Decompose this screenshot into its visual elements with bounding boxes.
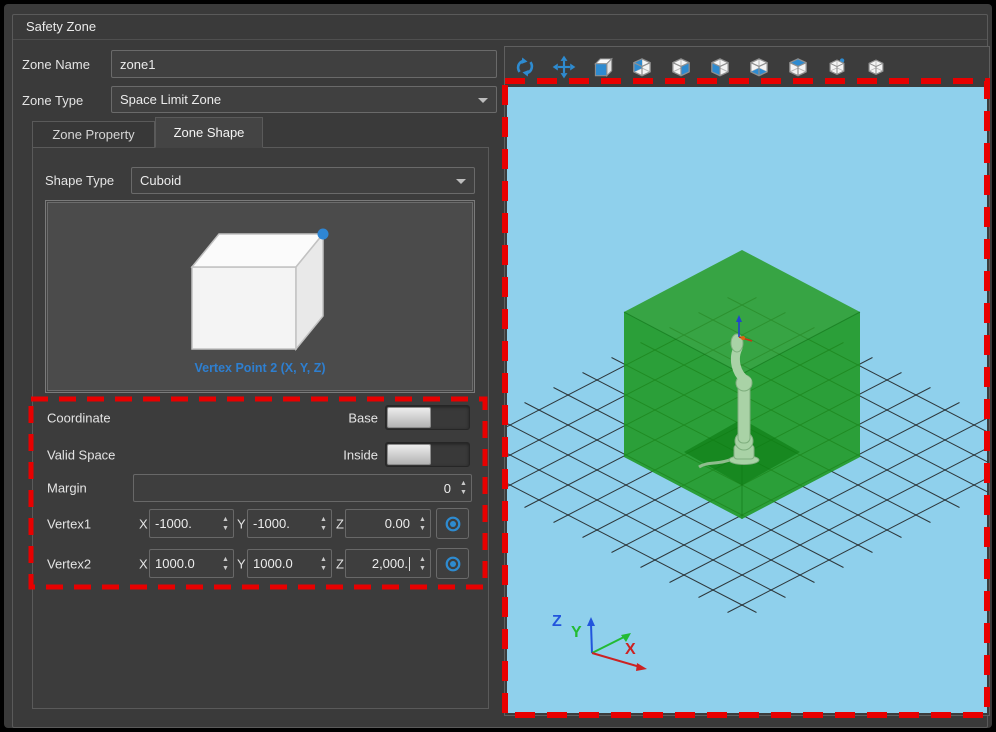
text-caret: [409, 557, 410, 571]
margin-label: Margin: [47, 481, 87, 496]
cuboid-preview-image: [46, 201, 474, 356]
vertex1-z-axis-label: Z: [336, 516, 344, 531]
shape-type-dropdown[interactable]: Cuboid: [131, 167, 475, 194]
vertex2-marker-dot: [318, 229, 329, 240]
target-icon: [443, 554, 463, 574]
zone-name-label: Zone Name: [22, 57, 90, 72]
margin-value: 0: [444, 481, 451, 496]
vertex2-label: Vertex2: [47, 556, 91, 571]
vertex2-x-input[interactable]: 1000.0: [149, 549, 234, 578]
valid-space-label: Valid Space: [47, 447, 115, 462]
right-view-icon[interactable]: [666, 52, 696, 82]
left-view-icon[interactable]: [705, 52, 735, 82]
shape-preview-caption: Vertex Point 2 (X, Y, Z): [46, 361, 474, 375]
rotate-view-icon[interactable]: [510, 52, 540, 82]
vertex1-pick-point-button[interactable]: [436, 508, 469, 539]
margin-row: Margin 0: [33, 474, 488, 502]
spin-up-icon[interactable]: [222, 556, 229, 563]
vertex2-pick-point-button[interactable]: [436, 548, 469, 579]
spin-down-icon[interactable]: [419, 525, 426, 532]
viewport-toolbar: [510, 50, 891, 84]
valid-space-value: Inside: [343, 447, 378, 462]
vertex1-y-value: -1000.: [253, 516, 290, 531]
tab-zone-property[interactable]: Zone Property: [32, 121, 155, 148]
vertex2-y-value: 1000.0: [253, 556, 293, 571]
vertex1-label: Vertex1: [47, 516, 91, 531]
spin-up-icon[interactable]: [460, 480, 467, 487]
margin-input[interactable]: 0: [133, 474, 472, 502]
coordinate-row: Coordinate Base: [33, 404, 488, 431]
zone-shape-tab-panel: Shape Type Cuboid Vertex Point 2 (X, Y, …: [32, 147, 489, 709]
default-view-icon[interactable]: [861, 52, 891, 82]
vertex1-z-input[interactable]: 0.00: [345, 509, 431, 538]
vertex1-x-value: -1000.: [155, 516, 192, 531]
triad-y-label: Y: [571, 624, 582, 641]
vertex2-z-value: 2,000.: [372, 556, 408, 571]
triad-z-label: Z: [552, 613, 562, 630]
vertex2-y-axis-label: Y: [237, 556, 246, 571]
spin-up-icon[interactable]: [222, 516, 229, 523]
vertex2-z-input[interactable]: 2,000.: [345, 549, 431, 578]
toggle-knob[interactable]: [387, 444, 431, 465]
vertex1-row: Vertex1 X -1000. Y -1000. Z 0.00: [33, 508, 488, 539]
vertex2-row: Vertex2 X 1000.0 Y 1000.0 Z 2,000.: [33, 548, 488, 579]
safety-zone-window: Safety Zone Zone Name Zone Type Space Li…: [0, 0, 996, 732]
valid-space-toggle[interactable]: [385, 442, 470, 467]
vertex1-x-axis-label: X: [139, 516, 148, 531]
shape-preview-box: Vertex Point 2 (X, Y, Z): [45, 200, 475, 393]
spin-down-icon[interactable]: [320, 565, 327, 572]
vertex2-x-axis-label: X: [139, 556, 148, 571]
spin-up-icon[interactable]: [419, 516, 426, 523]
coordinate-value: Base: [348, 410, 378, 425]
spin-down-icon[interactable]: [222, 525, 229, 532]
isometric-view-icon[interactable]: [588, 52, 618, 82]
spin-up-icon[interactable]: [419, 556, 426, 563]
zone-type-label: Zone Type: [22, 93, 83, 108]
top-view-icon[interactable]: [783, 52, 813, 82]
tab-zone-shape[interactable]: Zone Shape: [155, 117, 263, 148]
shape-type-label: Shape Type: [45, 173, 114, 188]
zone-type-value: Space Limit Zone: [120, 92, 221, 107]
viewport-panel: Z Y X: [504, 46, 990, 716]
spin-up-icon[interactable]: [320, 556, 327, 563]
spin-down-icon[interactable]: [320, 525, 327, 532]
vertex2-y-input[interactable]: 1000.0: [247, 549, 332, 578]
spin-down-icon[interactable]: [222, 565, 229, 572]
zone-name-input[interactable]: [111, 50, 497, 78]
coordinate-toggle[interactable]: [385, 405, 470, 430]
vertex2-x-value: 1000.0: [155, 556, 195, 571]
vertex1-y-axis-label: Y: [237, 516, 246, 531]
vertex1-y-input[interactable]: -1000.: [247, 509, 332, 538]
spin-down-icon[interactable]: [460, 489, 467, 496]
valid-space-row: Valid Space Inside: [33, 441, 488, 468]
coordinate-label: Coordinate: [47, 410, 111, 425]
toggle-knob[interactable]: [387, 407, 431, 428]
title-separator: [13, 39, 987, 40]
vertex-view-icon[interactable]: [822, 52, 852, 82]
spin-down-icon[interactable]: [419, 565, 426, 572]
vertex2-z-axis-label: Z: [336, 556, 344, 571]
vertex1-z-value: 0.00: [385, 516, 410, 531]
bottom-view-icon[interactable]: [744, 52, 774, 82]
world-axis-triad: Z Y X: [552, 613, 647, 671]
vertex1-x-input[interactable]: -1000.: [149, 509, 234, 538]
viewport-3d-scene: Z Y X: [507, 87, 987, 713]
shape-type-value: Cuboid: [140, 173, 181, 188]
group-title: Safety Zone: [26, 19, 96, 34]
zone-type-dropdown[interactable]: Space Limit Zone: [111, 86, 497, 113]
pan-view-icon[interactable]: [549, 52, 579, 82]
back-view-icon[interactable]: [627, 52, 657, 82]
spin-up-icon[interactable]: [320, 516, 327, 523]
triad-x-label: X: [625, 641, 636, 658]
target-icon: [443, 514, 463, 534]
viewport-3d[interactable]: Z Y X: [507, 87, 987, 713]
